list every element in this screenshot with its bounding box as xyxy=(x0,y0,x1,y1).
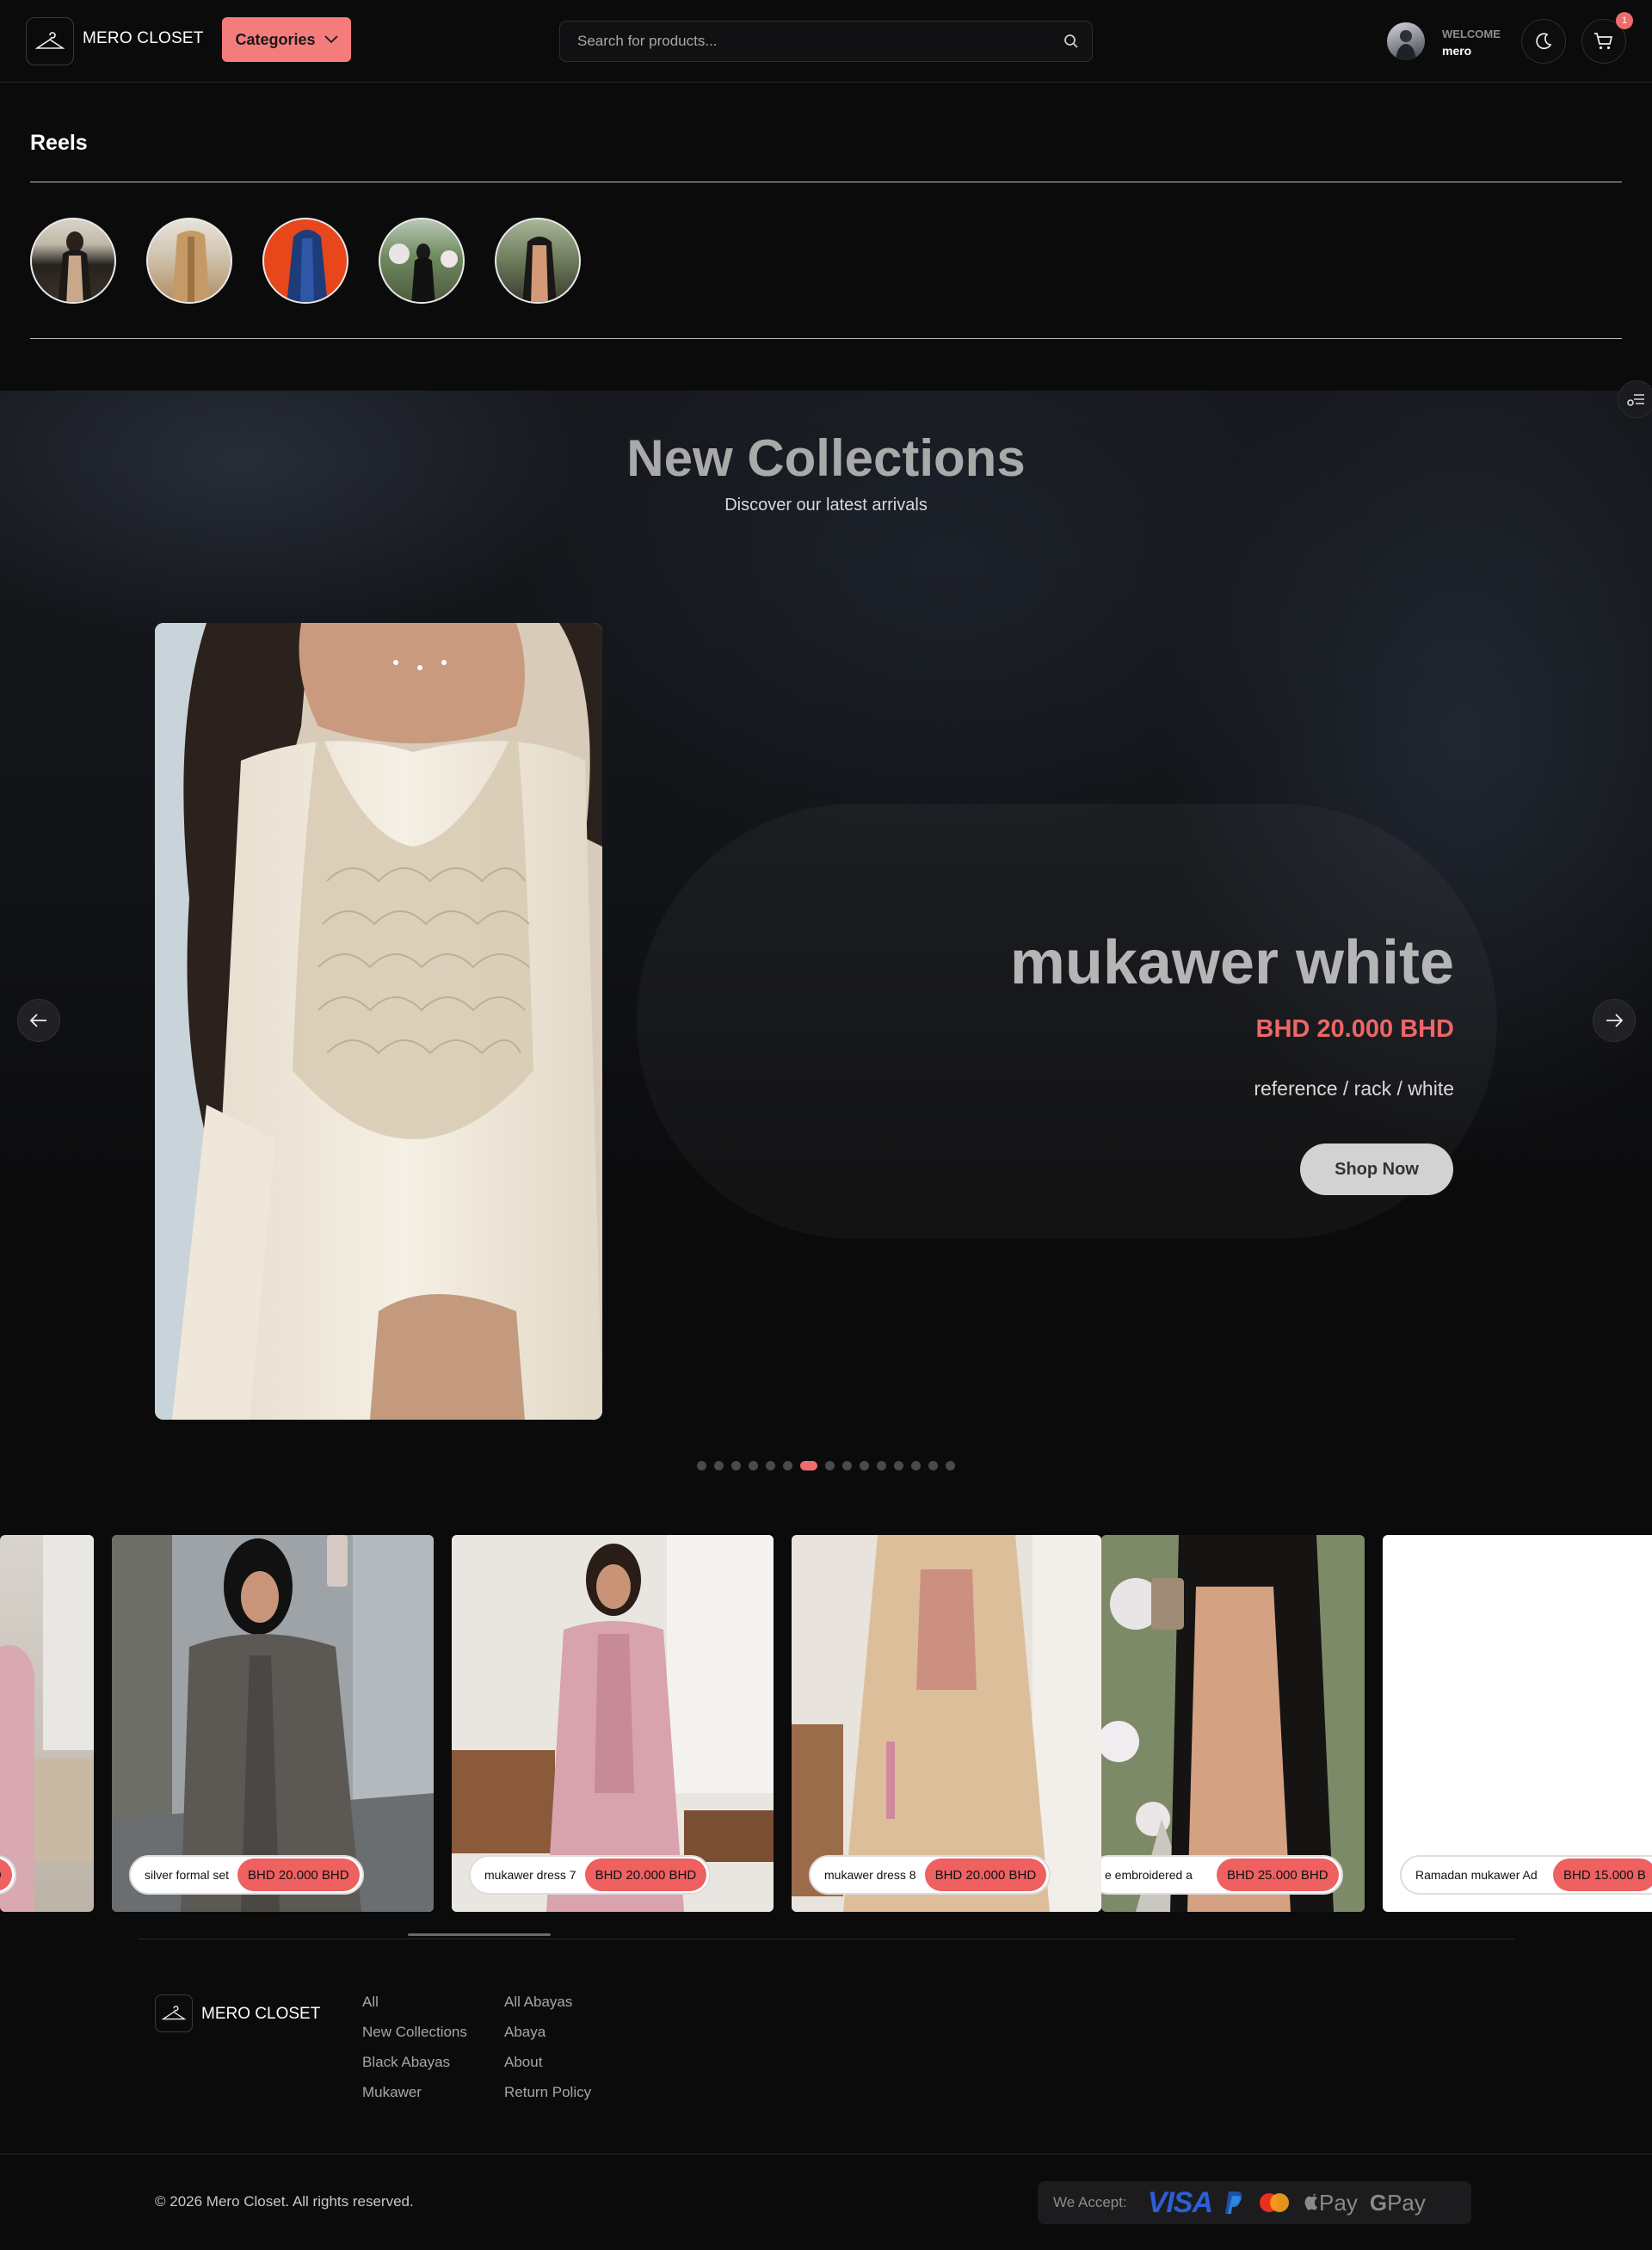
categories-button[interactable]: Categories xyxy=(222,17,351,62)
footer-links-col2: All Abayas Abaya About Return Policy xyxy=(504,1993,591,2101)
product-name: silver formal set xyxy=(145,1867,230,1882)
footer-link-new-collections[interactable]: New Collections xyxy=(362,2023,467,2041)
section-subtitle: Discover our latest arrivals xyxy=(724,496,928,515)
divider xyxy=(30,338,1622,339)
search-input[interactable] xyxy=(577,22,1025,61)
carousel-dot[interactable] xyxy=(911,1461,921,1470)
carousel-dot[interactable] xyxy=(731,1461,741,1470)
product-price: BHD 20.000 BHD xyxy=(924,1859,1047,1891)
carousel-dot[interactable] xyxy=(894,1461,903,1470)
product-price: BHD 15.000 B xyxy=(1553,1859,1652,1891)
product-price: BHD 20.000 BHD xyxy=(237,1859,360,1891)
visa-icon: VISA xyxy=(1147,2185,1213,2219)
product-reference: reference / rack / white xyxy=(1254,1077,1454,1100)
product-tag: mukawer dress 7 BHD 20.000 BHD xyxy=(469,1855,712,1895)
reel-thumbnail-1[interactable] xyxy=(30,218,116,304)
carousel-dot[interactable] xyxy=(800,1461,817,1470)
footer-link-all[interactable]: All xyxy=(362,1993,467,2011)
product-card[interactable]: mukawer dress 7 BHD 20.000 BHD xyxy=(452,1535,774,1912)
theme-toggle-button[interactable] xyxy=(1521,19,1566,64)
product-tag: Ramadan mukawer Ad BHD 15.000 B xyxy=(1400,1855,1652,1895)
carousel-prev-button[interactable] xyxy=(17,999,60,1042)
carousel-dot[interactable] xyxy=(714,1461,724,1470)
arrow-left-icon xyxy=(29,1014,46,1027)
carousel-dot[interactable] xyxy=(749,1461,758,1470)
cart-count-badge: 1 xyxy=(1616,12,1633,29)
carousel-dot[interactable] xyxy=(946,1461,955,1470)
carousel-dot[interactable] xyxy=(860,1461,869,1470)
product-tag: mukawer dress 8 BHD 20.000 BHD xyxy=(809,1855,1051,1895)
carousel-dot[interactable] xyxy=(697,1461,706,1470)
footer-link-black-abayas[interactable]: Black Abayas xyxy=(362,2053,467,2071)
product-name: e embroidered a xyxy=(1105,1867,1193,1882)
brand-name[interactable]: MERO CLOSET xyxy=(83,29,204,48)
carousel-dot[interactable] xyxy=(928,1461,938,1470)
product-price: BHD 25.000 BHD xyxy=(1217,1859,1339,1891)
product-card[interactable]: silver formal set BHD 20.000 BHD xyxy=(112,1535,434,1912)
paypal-icon xyxy=(1225,2191,1242,2214)
carousel-dot[interactable] xyxy=(825,1461,835,1470)
reel-thumbnail-4[interactable] xyxy=(379,218,465,304)
reel-thumbnail-5[interactable] xyxy=(495,218,581,304)
filter-panel-toggle[interactable] xyxy=(1618,380,1652,418)
carousel-pagination xyxy=(0,1461,1652,1470)
google-pay-label: Pay xyxy=(1387,2189,1426,2216)
shop-now-button[interactable]: Shop Now xyxy=(1300,1143,1453,1195)
product-price: BHD xyxy=(0,1859,12,1891)
product-name: mukawer dress 8 xyxy=(824,1867,916,1882)
product-name: Ramadan mukawer Ad xyxy=(1415,1867,1538,1882)
product-tag: silver formal set BHD 20.000 BHD xyxy=(129,1855,364,1895)
product-card[interactable]: mukawer dress 8 BHD 20.000 BHD xyxy=(792,1535,1101,1912)
footer-link-all-abayas[interactable]: All Abayas xyxy=(504,1993,591,2011)
footer-links-col1: All New Collections Black Abayas Mukawer xyxy=(362,1993,467,2101)
we-accept-label: We Accept: xyxy=(1053,2194,1127,2210)
footer-link-return-policy[interactable]: Return Policy xyxy=(504,2083,591,2101)
featured-product-image[interactable] xyxy=(155,623,602,1420)
moon-icon xyxy=(1536,33,1552,50)
footer-link-abaya[interactable]: Abaya xyxy=(504,2023,591,2041)
google-pay-icon: GPay xyxy=(1369,2189,1426,2216)
payment-methods: We Accept: VISA Pay GPay xyxy=(1038,2181,1471,2224)
carousel-dot[interactable] xyxy=(877,1461,886,1470)
carousel-dot[interactable] xyxy=(783,1461,792,1470)
product-card[interactable]: BHD xyxy=(0,1535,94,1912)
product-price: BHD 20.000 BHD xyxy=(584,1859,707,1891)
site-header: MERO CLOSET Categories WELCOME mero 1 xyxy=(0,0,1652,83)
apple-pay-icon: Pay xyxy=(1304,2190,1358,2216)
footer-link-about[interactable]: About xyxy=(504,2053,591,2071)
apple-pay-label: Pay xyxy=(1319,2189,1358,2216)
welcome-label: WELCOME xyxy=(1442,28,1501,40)
copyright-text: © 2026 Mero Closet. All rights reserved. xyxy=(155,2193,414,2210)
product-title: mukawer white xyxy=(1009,928,1454,997)
reel-thumbnail-2[interactable] xyxy=(146,218,232,304)
username: mero xyxy=(1442,44,1472,58)
filter-list-icon xyxy=(1627,394,1644,406)
strip-scroll-thumb[interactable] xyxy=(408,1933,551,1936)
product-card[interactable]: Ramadan mukawer Ad BHD 15.000 B xyxy=(1383,1535,1652,1912)
carousel-dot[interactable] xyxy=(766,1461,775,1470)
search-icon[interactable] xyxy=(1063,33,1080,50)
chevron-down-icon xyxy=(324,35,338,44)
reel-thumbnail-3[interactable] xyxy=(262,218,348,304)
section-title: New Collections xyxy=(626,429,1026,487)
carousel-dot[interactable] xyxy=(842,1461,852,1470)
reels-title: Reels xyxy=(30,131,88,155)
arrow-right-icon xyxy=(1606,1014,1624,1027)
cart-icon xyxy=(1594,33,1613,50)
footer-link-mukawer[interactable]: Mukawer xyxy=(362,2083,467,2101)
product-tag: e embroidered a BHD 25.000 BHD xyxy=(1101,1855,1343,1895)
hanger-logo-icon[interactable] xyxy=(26,17,74,65)
product-card[interactable]: e embroidered a BHD 25.000 BHD xyxy=(1101,1535,1365,1912)
hanger-logo-icon[interactable] xyxy=(155,1994,193,2032)
mastercard-icon xyxy=(1260,2193,1290,2212)
product-price: BHD 20.000 BHD xyxy=(1255,1015,1454,1043)
footer-brand: MERO CLOSET xyxy=(201,2005,321,2023)
categories-label: Categories xyxy=(235,30,316,48)
search-bar xyxy=(559,21,1093,62)
carousel-next-button[interactable] xyxy=(1593,999,1636,1042)
avatar[interactable] xyxy=(1387,22,1425,60)
product-name: mukawer dress 7 xyxy=(484,1867,576,1882)
